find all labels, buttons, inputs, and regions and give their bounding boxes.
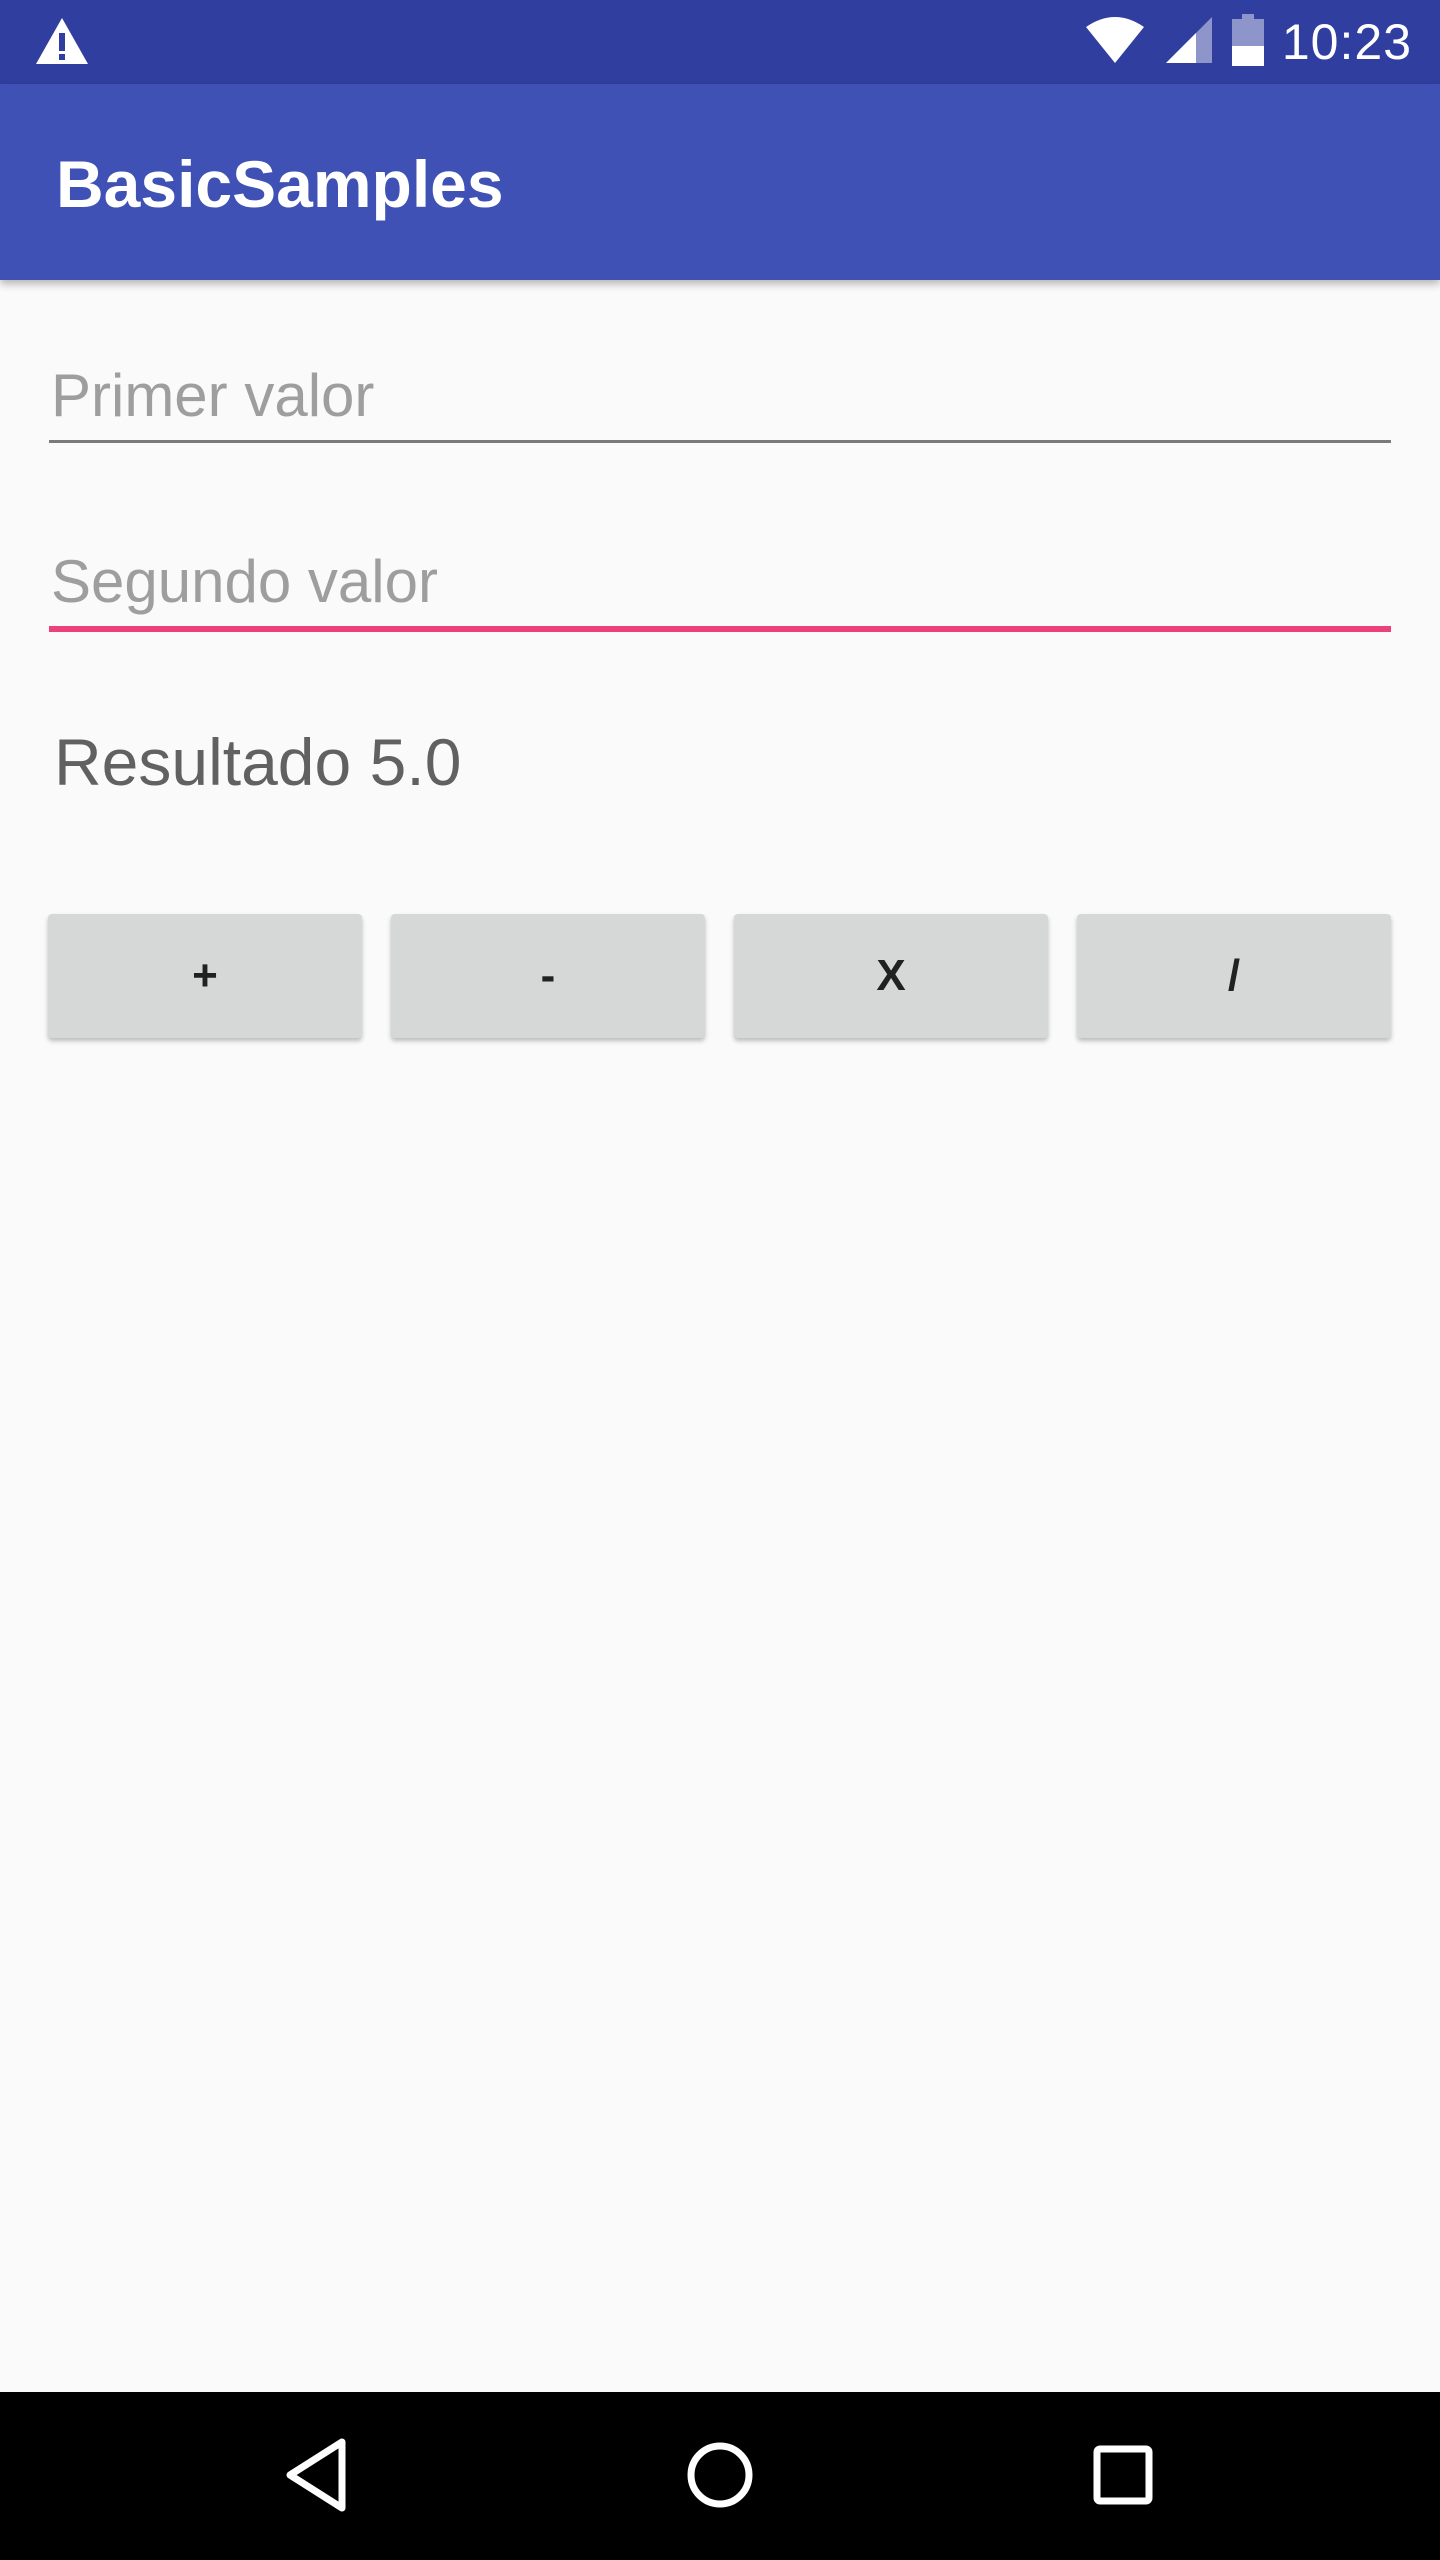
first-value-input[interactable] bbox=[49, 350, 1391, 440]
divide-button[interactable]: / bbox=[1077, 914, 1391, 1038]
app-title: BasicSamples bbox=[56, 147, 504, 221]
second-value-field bbox=[49, 536, 1391, 632]
add-button[interactable]: + bbox=[48, 914, 362, 1038]
signal-icon bbox=[1164, 15, 1214, 70]
battery-icon bbox=[1231, 13, 1264, 71]
second-value-input[interactable] bbox=[49, 536, 1391, 626]
warning-icon bbox=[34, 16, 90, 66]
navigation-bar bbox=[0, 2392, 1440, 2560]
result-value: 5.0 bbox=[369, 725, 462, 799]
result-label: Resultado bbox=[54, 725, 352, 799]
second-value-underline bbox=[49, 626, 1391, 632]
home-icon[interactable] bbox=[680, 2430, 760, 2525]
result-text: Resultado 5.0 bbox=[54, 724, 480, 800]
subtract-button[interactable]: - bbox=[391, 914, 705, 1038]
wifi-icon bbox=[1084, 15, 1146, 70]
status-icons: 10:23 bbox=[1084, 0, 1412, 84]
status-time: 10:23 bbox=[1281, 14, 1412, 70]
screen: 10:23 BasicSamples Resultado5.0 + - X / bbox=[0, 0, 1440, 2560]
operation-buttons: + - X / bbox=[48, 914, 1392, 1040]
first-value-field bbox=[49, 350, 1391, 443]
recent-apps-icon[interactable] bbox=[1086, 2430, 1162, 2525]
back-icon[interactable] bbox=[278, 2430, 354, 2525]
first-value-underline bbox=[49, 440, 1391, 443]
status-bar: 10:23 bbox=[0, 0, 1440, 84]
multiply-button[interactable]: X bbox=[734, 914, 1048, 1038]
app-bar: BasicSamples bbox=[0, 84, 1440, 280]
